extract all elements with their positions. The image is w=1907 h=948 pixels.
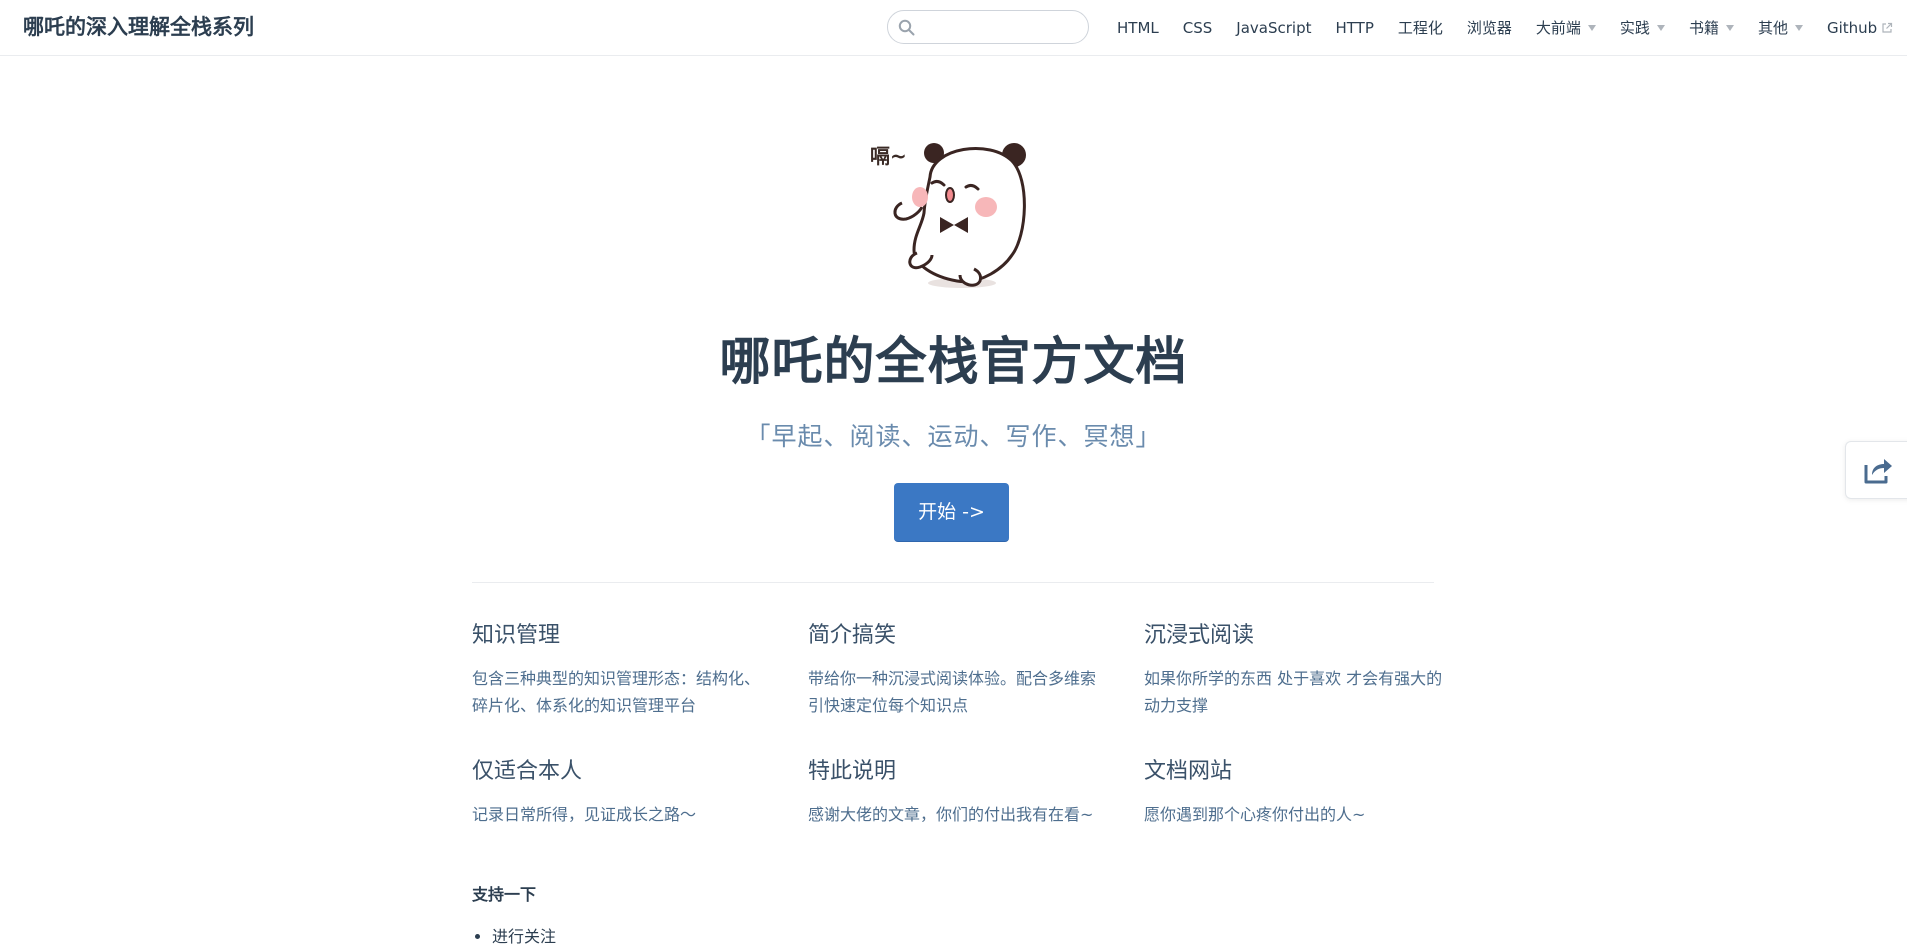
svg-text:嗝~: 嗝~	[870, 144, 907, 168]
nav-item-label: Github	[1826, 19, 1878, 37]
site-name[interactable]: 哪吒的深入理解全栈系列	[23, 13, 254, 41]
caret-down-icon	[1794, 25, 1803, 31]
nav-item-html[interactable]: HTML	[1117, 18, 1159, 38]
feature-title: 知识管理	[472, 623, 561, 648]
feature-title: 特此说明	[808, 759, 897, 784]
nav-item-engineering[interactable]: 工程化	[1398, 18, 1443, 38]
nav-item-label: JavaScript	[1236, 19, 1312, 37]
nav-item-css[interactable]: CSS	[1183, 18, 1213, 38]
feature-card: 特此说明 感谢大佬的文章，你们的付出我有在看~	[808, 757, 1108, 828]
feature-details: 感谢大佬的文章，你们的付出我有在看~	[808, 805, 1094, 824]
hero-description: 「早起、阅读、运动、写作、冥想」	[745, 422, 1162, 451]
feature-card: 仅适合本人 记录日常所得，见证成长之路～	[472, 757, 772, 828]
hero-title: 哪吒的全栈官方文档	[719, 333, 1188, 392]
nav-dropdown-practice[interactable]: 实践	[1620, 18, 1665, 38]
nav-link-github[interactable]: Github	[1827, 18, 1893, 38]
nav-item-label: HTML	[1117, 19, 1159, 37]
nav-item-label: 实践	[1619, 19, 1650, 37]
nav-item-http[interactable]: HTTP	[1335, 18, 1373, 38]
caret-down-icon	[1725, 25, 1734, 31]
feature-title: 简介搞笑	[808, 623, 897, 648]
caret-down-icon	[1587, 25, 1596, 31]
navbar: 哪吒的深入理解全栈系列 HTML CSS JavaScript HTTP 工程化…	[0, 0, 1907, 56]
nav-links: HTML CSS JavaScript HTTP 工程化 浏览器 大前端 实践 …	[1093, 0, 1893, 56]
share-button[interactable]	[1845, 441, 1907, 499]
support-heading: 支持一下	[472, 885, 537, 904]
search-input[interactable]	[922, 14, 1080, 40]
external-link-icon	[1882, 22, 1893, 33]
nav-item-label: 书籍	[1688, 19, 1719, 37]
feature-card: 沉浸式阅读 如果你所学的东西 处于喜欢 才会有强大的动力支撑	[1144, 621, 1444, 719]
feature-title: 仅适合本人	[472, 759, 583, 784]
list-item: 进行关注	[492, 926, 556, 948]
caret-down-icon	[1656, 25, 1665, 31]
feature-title: 文档网站	[1144, 759, 1233, 784]
nav-dropdown-big-frontend[interactable]: 大前端	[1536, 18, 1596, 38]
feature-details: 如果你所学的东西 处于喜欢 才会有强大的动力支撑	[1144, 669, 1443, 715]
search-box[interactable]	[887, 10, 1089, 44]
search-icon	[898, 19, 915, 36]
feature-title: 沉浸式阅读	[1144, 623, 1255, 648]
nav-item-label: 浏览器	[1466, 19, 1512, 37]
nav-item-label: CSS	[1182, 19, 1213, 37]
nav-item-label: 工程化	[1397, 19, 1443, 37]
share-icon	[1864, 459, 1892, 484]
feature-details: 记录日常所得，见证成长之路～	[472, 805, 697, 824]
nav-dropdown-other[interactable]: 其他	[1758, 18, 1803, 38]
feature-details: 愿你遇到那个心疼你付出的人~	[1144, 805, 1366, 824]
support-list: 进行关注	[472, 926, 556, 948]
panda-mascot-icon: 嗝~	[870, 143, 1026, 288]
nav-dropdown-books[interactable]: 书籍	[1689, 18, 1734, 38]
feature-details: 包含三种典型的知识管理形态：结构化、碎片化、体系化的知识管理平台	[472, 669, 761, 715]
feature-card: 文档网站 愿你遇到那个心疼你付出的人~	[1144, 757, 1444, 828]
feature-details: 带给你一种沉浸式阅读体验。配合多维索引快速定位每个知识点	[808, 669, 1097, 715]
feature-card: 知识管理 包含三种典型的知识管理形态：结构化、碎片化、体系化的知识管理平台	[472, 621, 772, 719]
nav-item-label: 其他	[1757, 19, 1788, 37]
nav-item-javascript[interactable]: JavaScript	[1236, 18, 1311, 38]
feature-card: 简介搞笑 带给你一种沉浸式阅读体验。配合多维索引快速定位每个知识点	[808, 621, 1108, 719]
divider	[472, 582, 1434, 583]
nav-item-browser[interactable]: 浏览器	[1467, 18, 1512, 38]
get-started-button[interactable]: 开始 ->	[894, 483, 1009, 542]
nav-item-label: 大前端	[1535, 19, 1581, 37]
nav-item-label: HTTP	[1335, 19, 1374, 37]
